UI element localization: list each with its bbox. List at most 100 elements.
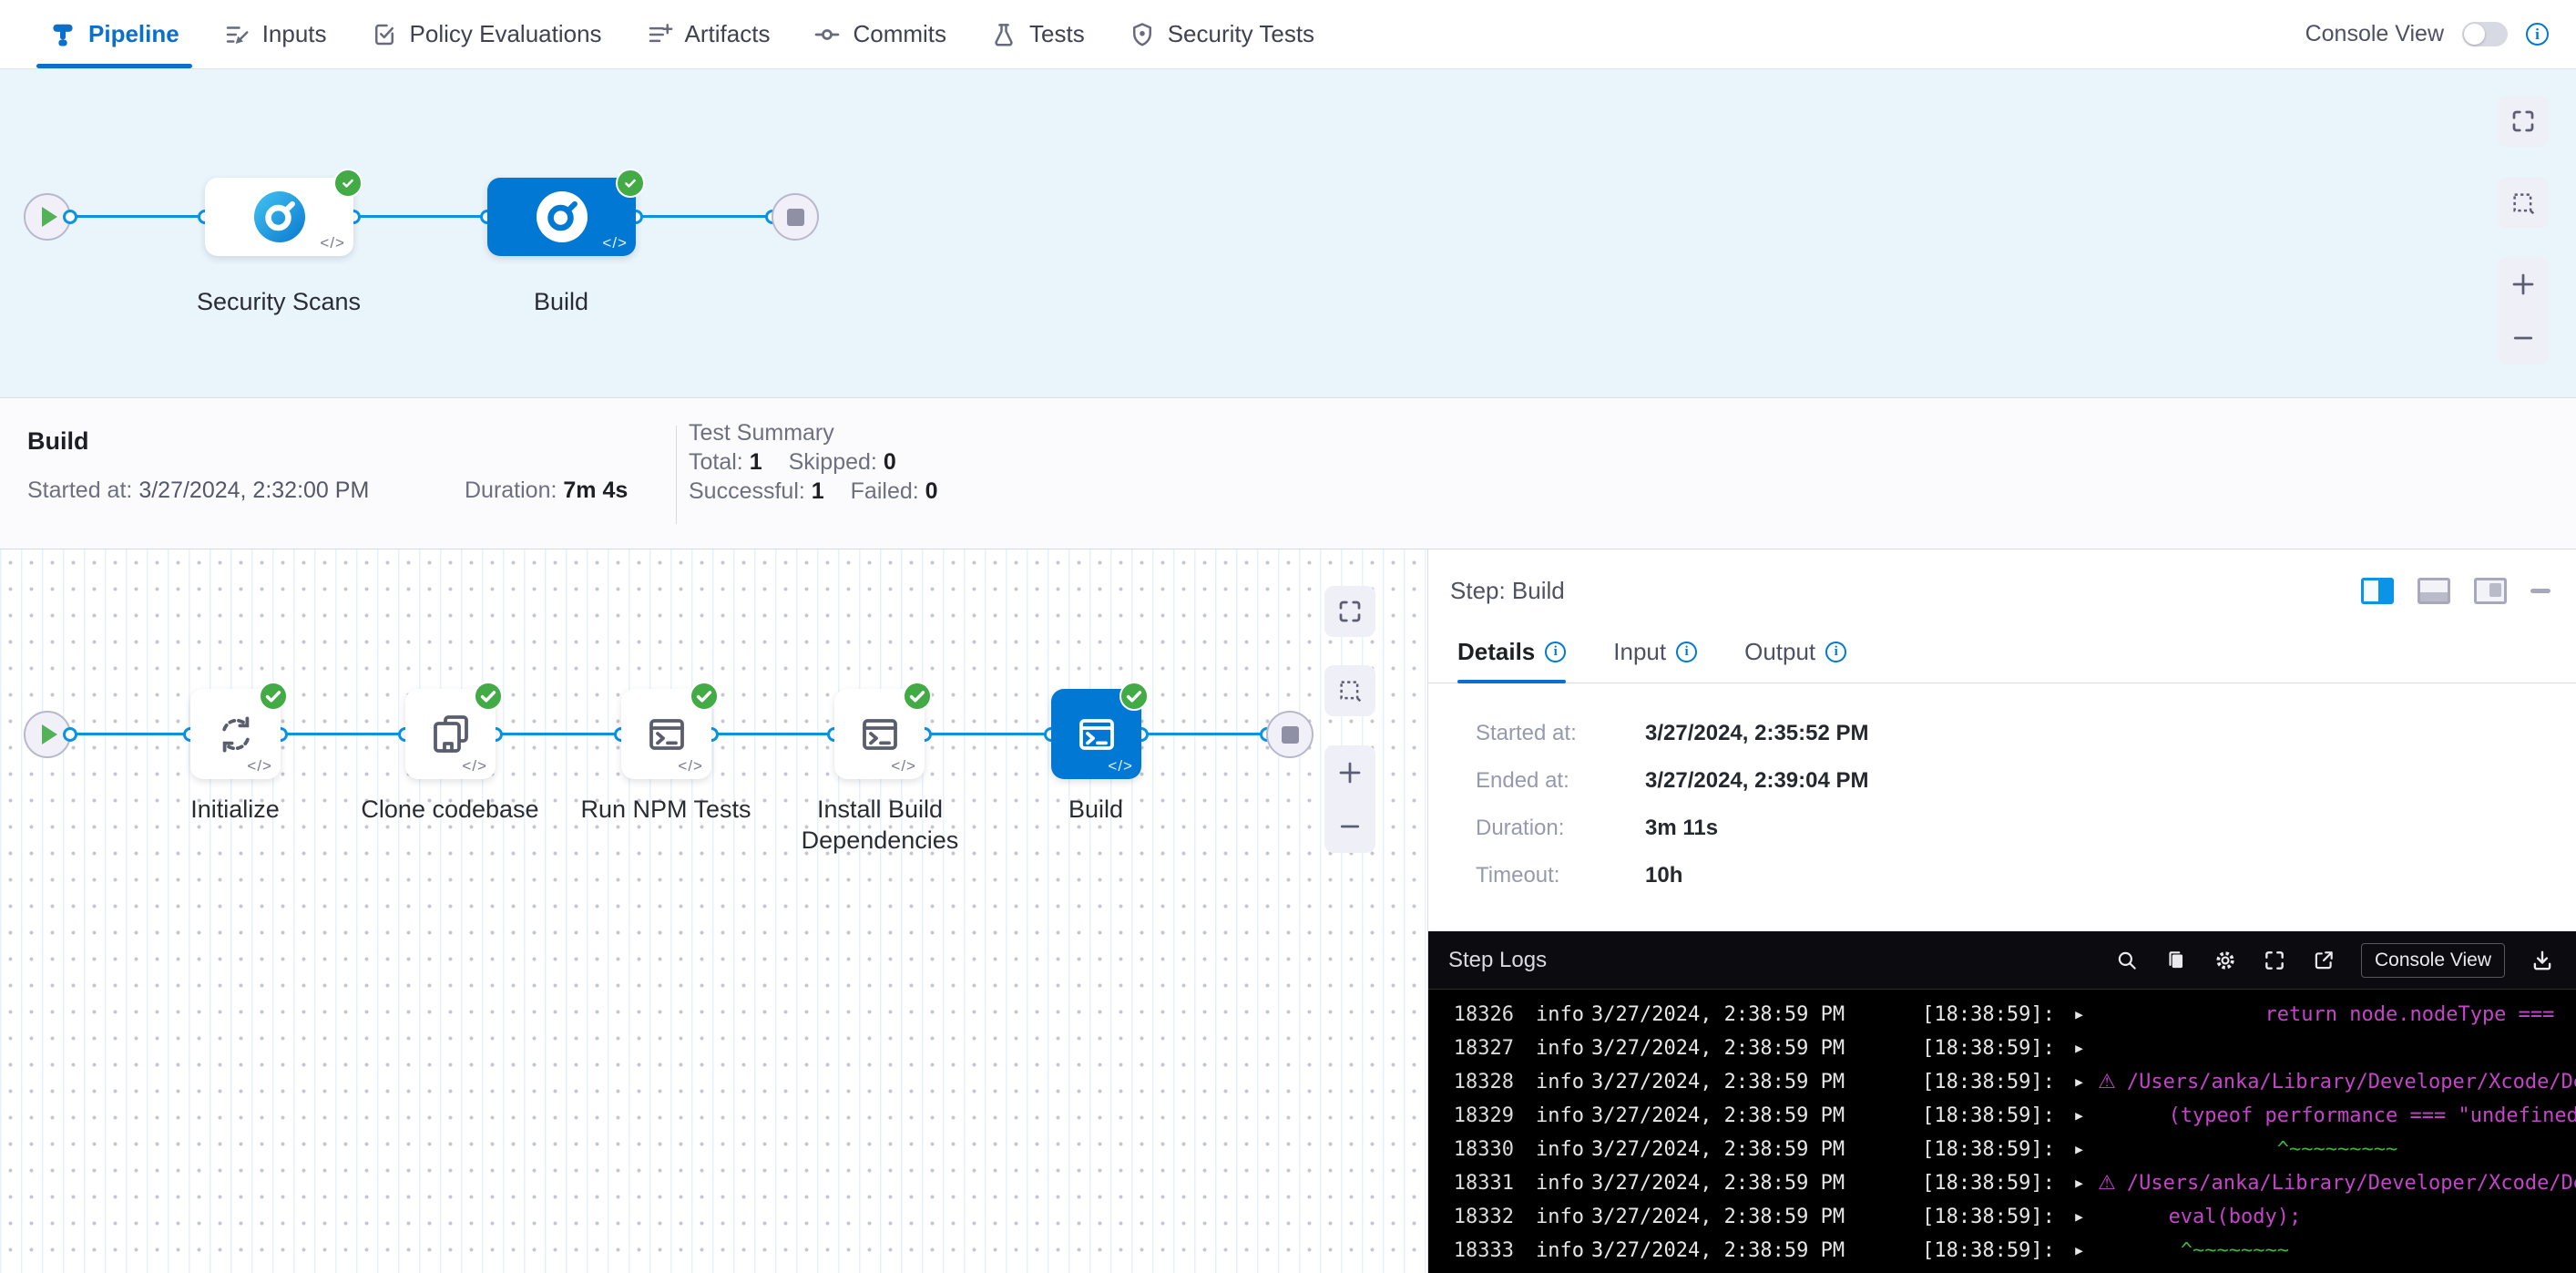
tab-label: Pipeline <box>88 20 179 48</box>
yaml-code-badge: </> <box>320 234 345 252</box>
stop-icon <box>787 209 804 226</box>
log-message: ^~~~~~~~~ <box>2096 1234 2289 1268</box>
execution-detail-split: </> </> </> <box>0 549 2576 1273</box>
started-at: Started at: 3/27/2024, 2:32:00 PM <box>27 477 369 504</box>
stage-summary-title: Build <box>27 427 89 456</box>
log-expand-arrow[interactable]: ▸ <box>2073 1099 2085 1133</box>
clone-codebase-icon <box>429 713 473 756</box>
step-node-install-build-dependencies[interactable]: </> <box>834 689 925 779</box>
search-icon[interactable] <box>2115 949 2139 972</box>
tab-details[interactable]: Details i <box>1457 638 1566 683</box>
step-logs-title: Step Logs <box>1448 948 1547 973</box>
step-node-initialize[interactable]: </> <box>190 689 281 779</box>
tab-input[interactable]: Input i <box>1613 638 1697 683</box>
console-view-button[interactable]: Console View <box>2361 943 2505 978</box>
tab-artifacts[interactable]: Artifacts <box>624 0 792 68</box>
tab-label: Security Tests <box>1168 20 1314 48</box>
canvas-select-button[interactable] <box>1324 665 1375 716</box>
panel-layout-controls <box>2361 578 2550 604</box>
tab-tests[interactable]: Tests <box>968 0 1107 68</box>
copy-icon[interactable] <box>2164 949 2188 972</box>
yaml-code-badge: </> <box>678 757 703 775</box>
log-expand-arrow[interactable]: ▸ <box>2073 1234 2085 1268</box>
log-level: info <box>1536 1234 1584 1268</box>
tab-pipeline[interactable]: Pipeline <box>27 0 201 68</box>
tab-security-tests[interactable]: Security Tests <box>1107 0 1336 68</box>
log-level: info <box>1536 1200 1584 1234</box>
log-timestamp: 3/27/2024, 2:38:59 PM <box>1591 1065 1845 1099</box>
nav-right: Console View i <box>2305 21 2549 47</box>
success-check-icon <box>333 169 363 198</box>
zoom-in-button[interactable] <box>1336 759 1364 786</box>
fullscreen-icon[interactable] <box>2263 949 2286 972</box>
log-message: (typeof performance === "undefined" <box>2096 1099 2576 1133</box>
console-view-toggle[interactable] <box>2462 22 2508 46</box>
info-icon[interactable]: i <box>1545 642 1566 662</box>
log-time-prefix: [18:38:59]: <box>1922 1133 2055 1166</box>
zoom-in-button[interactable] <box>2510 271 2537 298</box>
step-details-list: Started at: 3/27/2024, 2:35:52 PM Ended … <box>1428 683 2576 889</box>
tab-commits[interactable]: Commits <box>792 0 968 68</box>
tab-inputs[interactable]: Inputs <box>201 0 349 68</box>
canvas-select-button[interactable] <box>2498 178 2549 229</box>
info-icon[interactable]: i <box>2526 23 2549 46</box>
tab-output[interactable]: Output i <box>1744 638 1846 683</box>
test-summary-heading: Test Summary <box>689 418 938 447</box>
play-icon <box>42 207 57 227</box>
step-logs-body[interactable]: 18326 info 3/27/2024, 2:38:59 PM [18:38:… <box>1428 990 2576 1273</box>
step-graph-canvas[interactable]: </> </> </> <box>0 549 1427 1273</box>
shield-icon <box>1129 21 1156 48</box>
log-level: info <box>1536 1133 1584 1166</box>
log-line-number: 18329 <box>1428 1099 1514 1133</box>
minimize-panel-icon[interactable] <box>2530 589 2550 593</box>
log-level: info <box>1536 1032 1584 1065</box>
log-expand-arrow[interactable]: ▸ <box>2073 1166 2085 1200</box>
canvas-fullscreen-button[interactable] <box>2498 96 2549 147</box>
log-timestamp: 3/27/2024, 2:38:59 PM <box>1591 1099 1845 1133</box>
log-expand-arrow[interactable]: ▸ <box>2073 1133 2085 1166</box>
info-icon[interactable]: i <box>1825 642 1846 662</box>
log-line-number: 18326 <box>1428 998 1514 1032</box>
stage-graph-canvas[interactable]: </> </> Security Scans Build <box>0 69 2576 398</box>
zoom-out-button[interactable] <box>1336 813 1364 840</box>
zoom-out-button[interactable] <box>2510 324 2537 352</box>
layout-floating-panel-icon[interactable] <box>2474 578 2507 604</box>
download-icon[interactable] <box>2530 949 2554 972</box>
step-node-run-npm-tests[interactable]: </> <box>621 689 711 779</box>
settings-gear-icon[interactable] <box>2213 949 2237 972</box>
step-detail-panel: Step: Build Details i Input i <box>1427 549 2576 1273</box>
terminal-icon <box>645 713 689 756</box>
detail-row: Started at: 3/27/2024, 2:35:52 PM <box>1476 720 2576 747</box>
policy-check-icon <box>371 21 398 48</box>
info-icon[interactable]: i <box>1676 642 1697 662</box>
log-expand-arrow[interactable]: ▸ <box>2073 1200 2085 1234</box>
log-expand-arrow[interactable]: ▸ <box>2073 1032 2085 1065</box>
layout-right-panel-icon[interactable] <box>2361 578 2394 604</box>
stage-node-build[interactable]: </> <box>487 178 636 256</box>
log-line-number: 18331 <box>1428 1166 1514 1200</box>
yaml-code-badge: </> <box>891 757 916 775</box>
log-expand-arrow[interactable]: ▸ <box>2073 1065 2085 1099</box>
log-time-prefix: [18:38:59]: <box>1922 1032 2055 1065</box>
log-row: 18326 info 3/27/2024, 2:38:59 PM [18:38:… <box>1428 998 2576 1032</box>
open-external-icon[interactable] <box>2312 949 2336 972</box>
log-time-prefix: [18:38:59]: <box>1922 1065 2055 1099</box>
tab-policy-evaluations[interactable]: Policy Evaluations <box>349 0 624 68</box>
commits-icon <box>813 21 841 48</box>
step-node-build[interactable]: </> <box>1051 689 1141 779</box>
step-node-clone-codebase[interactable]: </> <box>405 689 496 779</box>
stage-node-security-scans[interactable]: </> <box>205 178 353 256</box>
log-line-number: 18328 <box>1428 1065 1514 1099</box>
tab-label: Inputs <box>262 20 327 48</box>
canvas-fullscreen-button[interactable] <box>1324 586 1375 637</box>
log-line-number: 18330 <box>1428 1133 1514 1166</box>
log-level: info <box>1536 1099 1584 1133</box>
log-line-number: 18332 <box>1428 1200 1514 1234</box>
log-expand-arrow[interactable]: ▸ <box>2073 998 2085 1032</box>
log-level: info <box>1536 1065 1584 1099</box>
log-level: info <box>1536 998 1584 1032</box>
log-line-number: 18327 <box>1428 1032 1514 1065</box>
layout-bottom-panel-icon[interactable] <box>2418 578 2450 604</box>
log-timestamp: 3/27/2024, 2:38:59 PM <box>1591 1133 1845 1166</box>
log-timestamp: 3/27/2024, 2:38:59 PM <box>1591 998 1845 1032</box>
